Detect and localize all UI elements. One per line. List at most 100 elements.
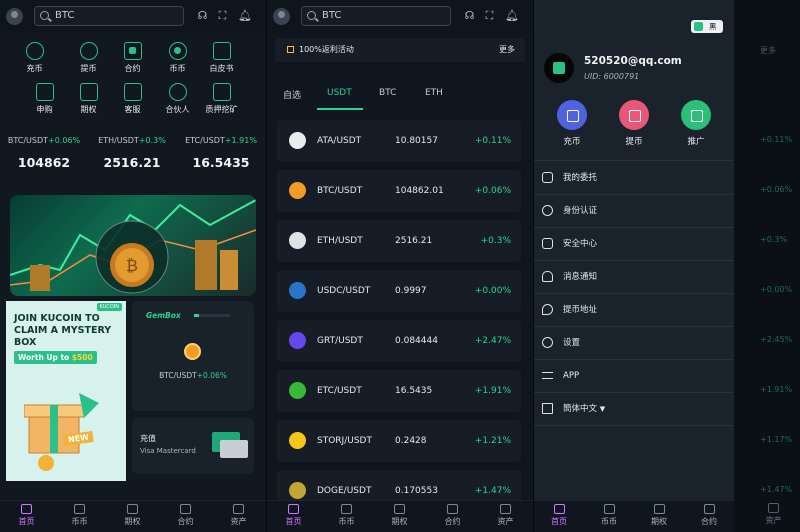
coin-icon <box>289 132 306 149</box>
bottom-nav-label: 期权 <box>391 517 408 526</box>
bottom-nav-options[interactable]: 期权 <box>106 504 159 527</box>
bottom-nav-home[interactable]: 首页 <box>0 504 53 527</box>
bottom-nav-label: 合约 <box>177 517 194 526</box>
promo-badge-prefix: Worth Up to <box>18 353 72 362</box>
bottom-nav-options[interactable]: 期权 <box>634 504 684 527</box>
menu-item-identity[interactable]: 身份认证 <box>534 195 734 227</box>
deposit-icon <box>25 42 44 60</box>
ticker-pair: BTC/USDT+0.06% <box>0 136 88 145</box>
market-row[interactable]: ETC/USDT 16.5435 +1.91% <box>277 370 521 412</box>
search-input[interactable]: BTC <box>34 6 184 26</box>
gear-icon <box>542 337 553 348</box>
nav-label: 申购 <box>36 105 53 114</box>
market-row[interactable]: STORJ/USDT 0.2428 +1.21% <box>277 420 521 462</box>
kucoin-promo-banner[interactable]: KUCOIN JOIN KUCOIN TO CLAIM A MYSTERY BO… <box>6 301 126 481</box>
nav-label: 币币 <box>169 64 186 73</box>
menu-item-settings[interactable]: 设置 <box>534 327 734 359</box>
nav-label: 合约 <box>124 64 141 73</box>
bottom-nav-contract[interactable]: 合约 <box>426 504 479 527</box>
menu-item-app[interactable]: APP <box>534 360 734 392</box>
tab-usdt[interactable]: USDT <box>327 88 352 98</box>
deposit-card[interactable]: 充值 Visa Mastercard <box>132 418 254 474</box>
market-row[interactable]: USDC/USDT 0.9997 +0.00% <box>277 270 521 312</box>
hero-banner[interactable]: ₿ <box>10 195 256 296</box>
bottom-nav-home[interactable]: 首页 <box>267 504 320 527</box>
ticker-eth[interactable]: ETH/USDT+0.3% 2516.21 <box>88 136 176 170</box>
bottom-nav-home[interactable]: 首页 <box>534 504 584 527</box>
menu-item-security[interactable]: 安全中心 <box>534 228 734 260</box>
bottom-nav-options[interactable]: 期权 <box>373 504 426 527</box>
bottom-nav-spot[interactable]: 币币 <box>584 504 634 527</box>
nav-item-deposit[interactable]: 充币 <box>10 42 59 74</box>
announcement-bar[interactable]: 100%返利活动 更多 <box>275 38 525 62</box>
support-icon <box>123 83 142 101</box>
avatar[interactable] <box>6 8 23 25</box>
nav-item-whitepaper[interactable]: 白皮书 <box>197 42 246 74</box>
nav-item-staking[interactable]: 质押挖矿 <box>197 83 246 115</box>
spot-icon <box>168 42 187 60</box>
tab-eth[interactable]: ETH <box>425 88 443 98</box>
bottom-nav-assets[interactable]: 资产 <box>479 504 532 527</box>
nav-item-withdraw[interactable]: 提币 <box>64 42 113 74</box>
staking-icon <box>212 83 231 101</box>
theme-toggle[interactable]: 黑 <box>691 20 723 33</box>
nav-item-contract[interactable]: 合约 <box>108 42 157 74</box>
options-icon <box>127 504 138 514</box>
pair-price: 104862.01 <box>395 186 444 196</box>
scan-icon[interactable]: ⛶ <box>216 9 229 22</box>
tab-favorites[interactable]: 自选 <box>283 88 301 101</box>
avatar[interactable] <box>273 8 290 25</box>
coin-icon <box>289 332 306 349</box>
bell-icon[interactable]: 🔔︎ <box>238 9 252 22</box>
pair-name: USDC/USDT <box>317 286 371 296</box>
coin-icon <box>289 432 306 449</box>
nav-item-spot[interactable]: 币币 <box>153 42 202 74</box>
market-row[interactable]: BTC/USDT 104862.01 +0.06% <box>277 170 521 212</box>
more-link[interactable]: 更多 <box>499 38 515 62</box>
bottom-nav-assets[interactable]: 资产 <box>212 504 265 527</box>
market-row[interactable]: ETH/USDT 2516.21 +0.3% <box>277 220 521 262</box>
bottom-nav-spot[interactable]: 币币 <box>320 504 373 527</box>
nav-item-partner[interactable]: 合伙人 <box>153 83 202 115</box>
quick-share-button[interactable]: 推广 <box>676 100 716 147</box>
bottom-nav-label: 币币 <box>601 517 617 526</box>
menu-item-notifications[interactable]: 消息通知 <box>534 261 734 293</box>
gembox-card[interactable]: GemBox BTC/USDT+0.06% <box>132 301 254 411</box>
pair-name: STORJ/USDT <box>317 436 372 446</box>
ticker-btc[interactable]: BTC/USDT+0.06% 104862 <box>0 136 88 170</box>
menu-item-withdraw-address[interactable]: 提币地址 <box>534 294 734 326</box>
ticker-change: +0.06% <box>48 136 81 145</box>
bottom-nav-contract[interactable]: 合约 <box>684 504 734 527</box>
headset-icon[interactable]: ☊ <box>196 9 209 22</box>
language-selector[interactable]: 簡体中文 ▼ <box>534 393 734 425</box>
quick-action-label: 推广 <box>687 137 705 147</box>
user-avatar[interactable] <box>544 53 574 83</box>
bottom-nav-spot[interactable]: 币币 <box>53 504 106 527</box>
whitepaper-icon <box>212 42 231 60</box>
quick-withdraw-button[interactable]: 提币 <box>614 100 654 147</box>
ticker-change: +1.91% <box>224 136 257 145</box>
nav-item-options[interactable]: 期权 <box>64 83 113 115</box>
quick-deposit-button[interactable]: 充币 <box>552 100 592 147</box>
ticker-etc[interactable]: ETC/USDT+1.91% 16.5435 <box>176 136 266 170</box>
market-row[interactable]: GRT/USDT 0.084444 +2.47% <box>277 320 521 362</box>
nav-item-support[interactable]: 客服 <box>108 83 157 115</box>
menu-label: 身份认证 <box>563 206 598 216</box>
bottom-nav-contract[interactable]: 合约 <box>159 504 212 527</box>
search-input[interactable]: BTC <box>301 6 451 26</box>
menu-item-my-orders[interactable]: 我的委托 <box>534 162 734 194</box>
bell-icon[interactable]: 🔔︎ <box>505 9 519 22</box>
menu-label: 提币地址 <box>563 305 598 315</box>
background-nav-assets: 资产 <box>747 503 800 526</box>
scan-icon[interactable]: ⛶ <box>483 9 496 22</box>
options-icon <box>653 504 665 514</box>
bottom-nav-label: 首页 <box>551 517 567 526</box>
tab-btc[interactable]: BTC <box>379 88 396 98</box>
theme-label: 黑 <box>709 22 717 31</box>
market-row[interactable]: ATA/USDT 10.80157 +0.11% <box>277 120 521 162</box>
withdraw-icon <box>79 42 98 60</box>
side-drawer: 黑 520520@qq.com UID: 6000791 充币 提币 推广 我的… <box>534 0 734 500</box>
nav-label: 合伙人 <box>165 105 190 114</box>
headset-icon[interactable]: ☊ <box>463 9 476 22</box>
nav-item-subscribe[interactable]: 申购 <box>20 83 69 115</box>
